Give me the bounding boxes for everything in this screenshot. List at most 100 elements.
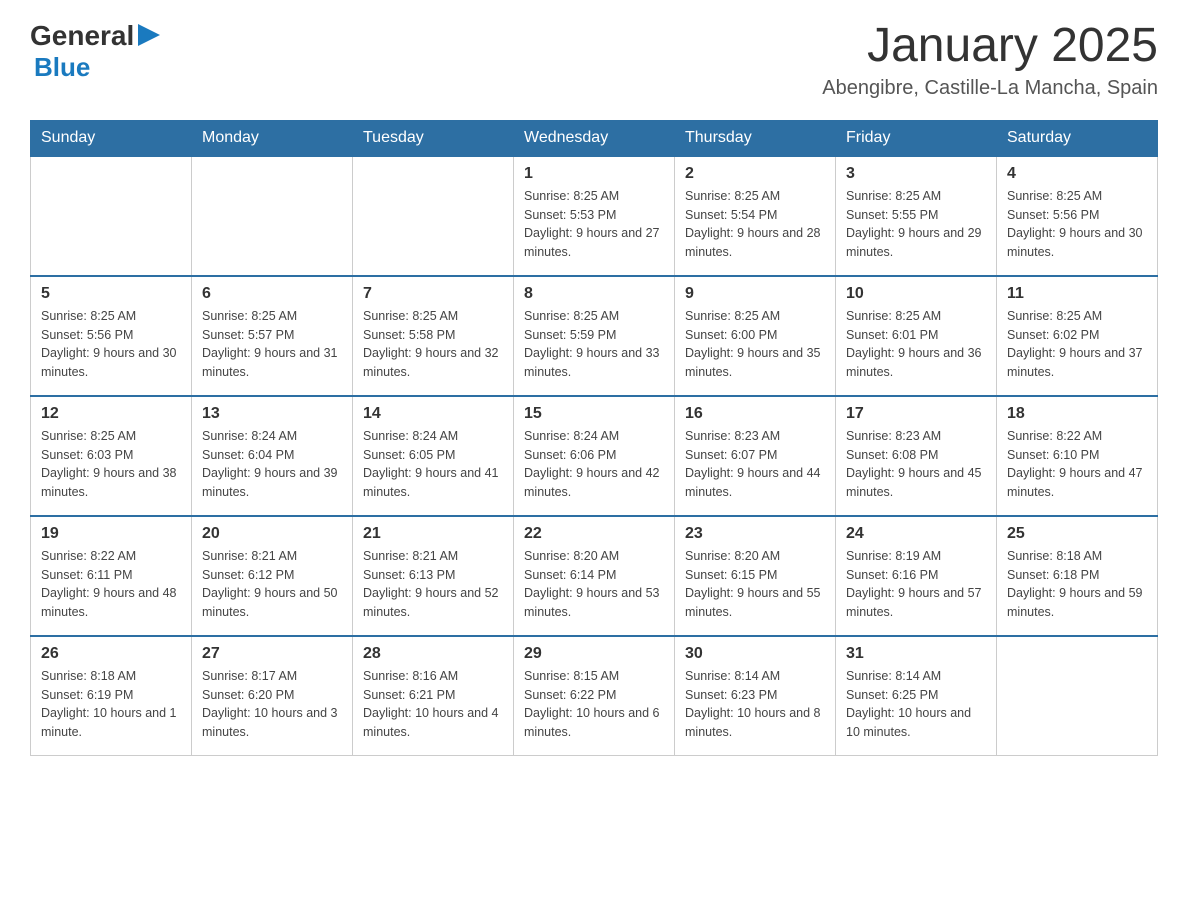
day-info: Sunrise: 8:25 AM Sunset: 5:53 PM Dayligh… <box>524 187 664 262</box>
day-info: Sunrise: 8:25 AM Sunset: 5:56 PM Dayligh… <box>1007 187 1147 262</box>
calendar-week-row: 5 Sunrise: 8:25 AM Sunset: 5:56 PM Daylig… <box>31 276 1158 396</box>
day-info: Sunrise: 8:24 AM Sunset: 6:06 PM Dayligh… <box>524 427 664 502</box>
day-number: 29 <box>524 645 664 663</box>
day-of-week-header: Tuesday <box>353 120 514 156</box>
calendar-week-row: 1 Sunrise: 8:25 AM Sunset: 5:53 PM Daylig… <box>31 156 1158 276</box>
day-number: 21 <box>363 525 503 543</box>
day-info: Sunrise: 8:25 AM Sunset: 5:57 PM Dayligh… <box>202 307 342 382</box>
calendar-cell: 4 Sunrise: 8:25 AM Sunset: 5:56 PM Daylig… <box>997 156 1158 276</box>
day-info: Sunrise: 8:25 AM Sunset: 6:03 PM Dayligh… <box>41 427 181 502</box>
day-number: 24 <box>846 525 986 543</box>
calendar-cell: 7 Sunrise: 8:25 AM Sunset: 5:58 PM Daylig… <box>353 276 514 396</box>
calendar-cell <box>353 156 514 276</box>
day-number: 11 <box>1007 285 1147 303</box>
calendar-cell <box>31 156 192 276</box>
calendar-cell: 9 Sunrise: 8:25 AM Sunset: 6:00 PM Daylig… <box>675 276 836 396</box>
day-number: 4 <box>1007 165 1147 183</box>
location-title: Abengibre, Castille-La Mancha, Spain <box>822 77 1158 100</box>
calendar-cell: 25Sunrise: 8:18 AM Sunset: 6:18 PM Dayli… <box>997 516 1158 636</box>
day-info: Sunrise: 8:22 AM Sunset: 6:11 PM Dayligh… <box>41 547 181 622</box>
day-info: Sunrise: 8:25 AM Sunset: 6:02 PM Dayligh… <box>1007 307 1147 382</box>
day-number: 20 <box>202 525 342 543</box>
day-info: Sunrise: 8:25 AM Sunset: 5:56 PM Dayligh… <box>41 307 181 382</box>
calendar-cell: 27 Sunrise: 8:17 AM Sunset: 6:20 PM Dayli… <box>192 636 353 756</box>
calendar-cell <box>997 636 1158 756</box>
day-info: Sunrise: 8:25 AM Sunset: 5:59 PM Dayligh… <box>524 307 664 382</box>
calendar-cell: 5 Sunrise: 8:25 AM Sunset: 5:56 PM Daylig… <box>31 276 192 396</box>
calendar-cell: 18Sunrise: 8:22 AM Sunset: 6:10 PM Dayli… <box>997 396 1158 516</box>
day-of-week-header: Wednesday <box>514 120 675 156</box>
day-number: 2 <box>685 165 825 183</box>
logo-triangle-icon <box>138 24 160 46</box>
calendar-body: 1 Sunrise: 8:25 AM Sunset: 5:53 PM Daylig… <box>31 156 1158 756</box>
day-number: 26 <box>41 645 181 663</box>
calendar-week-row: 26 Sunrise: 8:18 AM Sunset: 6:19 PM Dayli… <box>31 636 1158 756</box>
calendar-cell: 3 Sunrise: 8:25 AM Sunset: 5:55 PM Daylig… <box>836 156 997 276</box>
day-number: 31 <box>846 645 986 663</box>
day-info: Sunrise: 8:25 AM Sunset: 6:01 PM Dayligh… <box>846 307 986 382</box>
calendar-cell: 10Sunrise: 8:25 AM Sunset: 6:01 PM Dayli… <box>836 276 997 396</box>
logo: General Blue <box>30 20 160 83</box>
day-info: Sunrise: 8:20 AM Sunset: 6:15 PM Dayligh… <box>685 547 825 622</box>
day-number: 16 <box>685 405 825 423</box>
calendar-cell: 30 Sunrise: 8:14 AM Sunset: 6:23 PM Dayli… <box>675 636 836 756</box>
calendar-cell: 11 Sunrise: 8:25 AM Sunset: 6:02 PM Dayli… <box>997 276 1158 396</box>
day-of-week-header: Sunday <box>31 120 192 156</box>
day-number: 7 <box>363 285 503 303</box>
day-info: Sunrise: 8:25 AM Sunset: 6:00 PM Dayligh… <box>685 307 825 382</box>
day-number: 14 <box>363 405 503 423</box>
calendar-cell: 17Sunrise: 8:23 AM Sunset: 6:08 PM Dayli… <box>836 396 997 516</box>
day-number: 15 <box>524 405 664 423</box>
calendar-cell: 13 Sunrise: 8:24 AM Sunset: 6:04 PM Dayli… <box>192 396 353 516</box>
day-number: 19 <box>41 525 181 543</box>
day-info: Sunrise: 8:24 AM Sunset: 6:04 PM Dayligh… <box>202 427 342 502</box>
calendar-cell: 8 Sunrise: 8:25 AM Sunset: 5:59 PM Daylig… <box>514 276 675 396</box>
calendar-cell: 24Sunrise: 8:19 AM Sunset: 6:16 PM Dayli… <box>836 516 997 636</box>
day-number: 12 <box>41 405 181 423</box>
title-section: January 2025 Abengibre, Castille-La Manc… <box>822 20 1158 100</box>
day-of-week-header: Friday <box>836 120 997 156</box>
day-info: Sunrise: 8:16 AM Sunset: 6:21 PM Dayligh… <box>363 667 503 742</box>
day-number: 13 <box>202 405 342 423</box>
calendar-cell: 6Sunrise: 8:25 AM Sunset: 5:57 PM Daylig… <box>192 276 353 396</box>
day-info: Sunrise: 8:22 AM Sunset: 6:10 PM Dayligh… <box>1007 427 1147 502</box>
calendar-cell: 28 Sunrise: 8:16 AM Sunset: 6:21 PM Dayli… <box>353 636 514 756</box>
day-info: Sunrise: 8:25 AM Sunset: 5:54 PM Dayligh… <box>685 187 825 262</box>
day-number: 27 <box>202 645 342 663</box>
day-info: Sunrise: 8:18 AM Sunset: 6:19 PM Dayligh… <box>41 667 181 742</box>
calendar-cell: 29 Sunrise: 8:15 AM Sunset: 6:22 PM Dayli… <box>514 636 675 756</box>
calendar-table: SundayMondayTuesdayWednesdayThursdayFrid… <box>30 120 1158 757</box>
calendar-cell: 16Sunrise: 8:23 AM Sunset: 6:07 PM Dayli… <box>675 396 836 516</box>
day-info: Sunrise: 8:14 AM Sunset: 6:25 PM Dayligh… <box>846 667 986 742</box>
day-number: 25 <box>1007 525 1147 543</box>
calendar-cell: 26 Sunrise: 8:18 AM Sunset: 6:19 PM Dayli… <box>31 636 192 756</box>
day-number: 3 <box>846 165 986 183</box>
calendar-cell: 21Sunrise: 8:21 AM Sunset: 6:13 PM Dayli… <box>353 516 514 636</box>
day-info: Sunrise: 8:25 AM Sunset: 5:55 PM Dayligh… <box>846 187 986 262</box>
calendar-cell: 12 Sunrise: 8:25 AM Sunset: 6:03 PM Dayli… <box>31 396 192 516</box>
calendar-cell: 2 Sunrise: 8:25 AM Sunset: 5:54 PM Daylig… <box>675 156 836 276</box>
calendar-header: SundayMondayTuesdayWednesdayThursdayFrid… <box>31 120 1158 156</box>
page-header: General Blue January 2025 Abengibre, Cas… <box>30 20 1158 100</box>
calendar-cell: 20 Sunrise: 8:21 AM Sunset: 6:12 PM Dayli… <box>192 516 353 636</box>
day-number: 28 <box>363 645 503 663</box>
calendar-week-row: 12 Sunrise: 8:25 AM Sunset: 6:03 PM Dayli… <box>31 396 1158 516</box>
calendar-cell: 15 Sunrise: 8:24 AM Sunset: 6:06 PM Dayli… <box>514 396 675 516</box>
day-info: Sunrise: 8:17 AM Sunset: 6:20 PM Dayligh… <box>202 667 342 742</box>
day-info: Sunrise: 8:14 AM Sunset: 6:23 PM Dayligh… <box>685 667 825 742</box>
calendar-cell: 19 Sunrise: 8:22 AM Sunset: 6:11 PM Dayli… <box>31 516 192 636</box>
day-info: Sunrise: 8:23 AM Sunset: 6:08 PM Dayligh… <box>846 427 986 502</box>
calendar-cell: 14Sunrise: 8:24 AM Sunset: 6:05 PM Dayli… <box>353 396 514 516</box>
day-info: Sunrise: 8:15 AM Sunset: 6:22 PM Dayligh… <box>524 667 664 742</box>
day-info: Sunrise: 8:20 AM Sunset: 6:14 PM Dayligh… <box>524 547 664 622</box>
day-info: Sunrise: 8:25 AM Sunset: 5:58 PM Dayligh… <box>363 307 503 382</box>
day-number: 5 <box>41 285 181 303</box>
logo-general-text: General <box>30 20 134 52</box>
day-info: Sunrise: 8:21 AM Sunset: 6:12 PM Dayligh… <box>202 547 342 622</box>
day-number: 30 <box>685 645 825 663</box>
day-number: 9 <box>685 285 825 303</box>
day-number: 8 <box>524 285 664 303</box>
day-number: 23 <box>685 525 825 543</box>
day-number: 1 <box>524 165 664 183</box>
calendar-cell: 22Sunrise: 8:20 AM Sunset: 6:14 PM Dayli… <box>514 516 675 636</box>
